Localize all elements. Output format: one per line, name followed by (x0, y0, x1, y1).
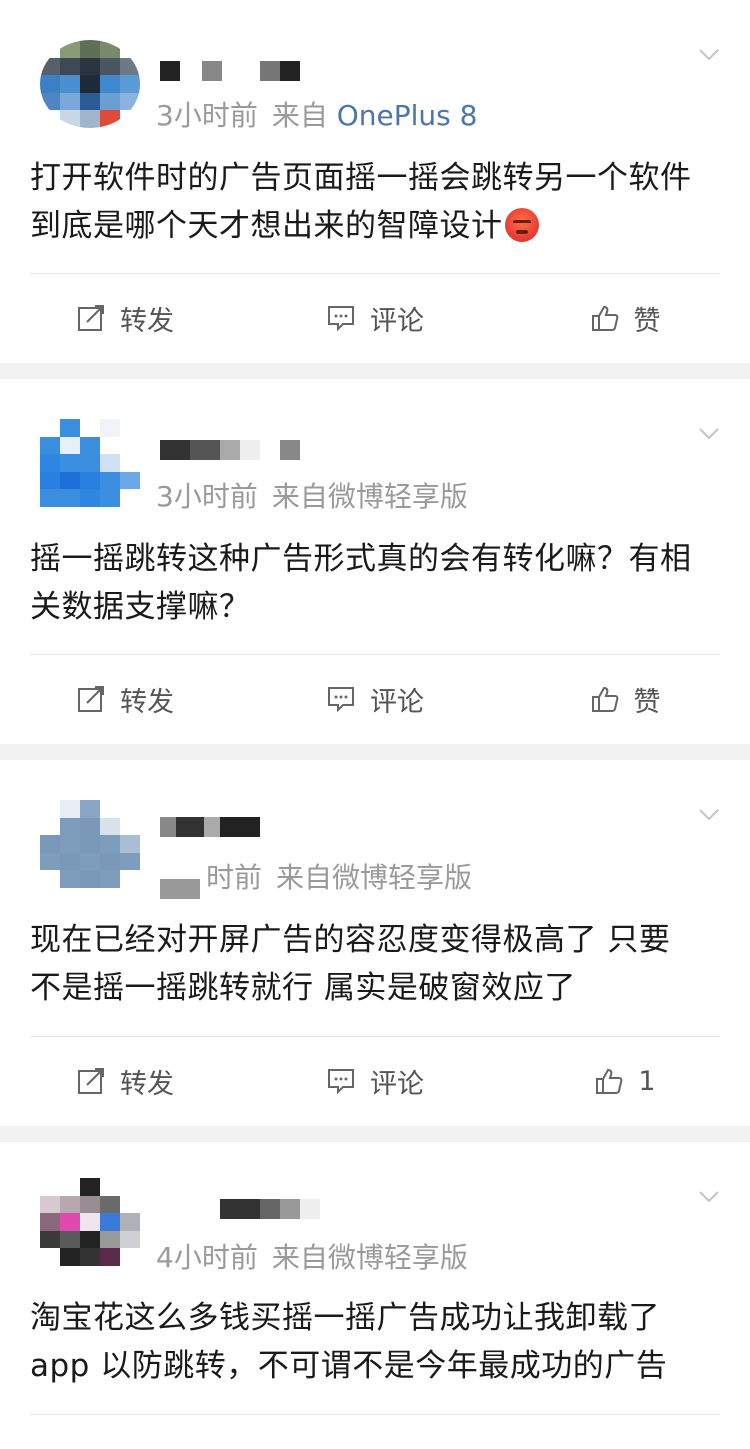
divider (30, 1036, 720, 1037)
repost-label: 转发 (120, 686, 174, 718)
comment-icon (328, 306, 354, 332)
comment-label: 评论 (370, 305, 424, 337)
username-redacted[interactable] (220, 1198, 320, 1220)
device-link[interactable]: OnePlus 8 (337, 99, 478, 132)
like-icon (591, 305, 618, 331)
post-text-line: 摇一摇跳转这种广告形式真的会有转化嘛？有相 (30, 541, 692, 577)
username-redacted (160, 878, 200, 900)
repost-icon (78, 305, 104, 331)
chevron-down-icon[interactable] (698, 1186, 720, 1208)
repost-button[interactable]: 转发 (0, 1062, 250, 1101)
post-content[interactable]: 淘宝花这么多钱买摇一摇广告成功让我卸载了 app 以防跳转，不可谓不是今年最成功… (30, 1294, 720, 1390)
post-content[interactable]: 打开软件时的广告页面摇一摇会跳转另一个软件 到底是哪个天才想出来的智障设计 (30, 154, 720, 250)
like-label: 赞 (633, 305, 661, 337)
post-text-line: 不是摇一摇跳转就行 属实是破窗效应了 (30, 970, 576, 1006)
weibo-post: 3小时前 来自微博轻享版 摇一摇跳转这种广告形式真的会有转化嘛？有相 关数据支撑嘛… (0, 379, 750, 744)
comment-button[interactable]: 评论 (250, 680, 500, 719)
divider (30, 273, 720, 274)
post-meta: 时前 来自微博轻享版 (206, 856, 472, 896)
weibo-post: 3小时前 来自 OnePlus 8 打开软件时的广告页面摇一摇会跳转另一个软件 到… (0, 0, 750, 363)
divider (30, 654, 720, 655)
post-time: 时前 (206, 861, 263, 894)
post-text-line: 淘宝花这么多钱买摇一摇广告成功让我卸载了 (30, 1300, 660, 1336)
post-text-line: app 以防跳转，不可谓不是今年最成功的广告 (30, 1348, 668, 1384)
post-source: 来自 (271, 99, 328, 132)
action-bar: 转发 评论 赞 (0, 288, 750, 348)
post-source[interactable]: 来自微博轻享版 (276, 861, 472, 894)
like-button[interactable]: 赞 (500, 299, 750, 338)
comment-button[interactable]: 评论 (250, 1062, 500, 1101)
avatar[interactable] (40, 1178, 140, 1266)
comment-label: 评论 (370, 686, 424, 718)
post-source[interactable]: 来自微博轻享版 (272, 480, 468, 513)
post-meta: 4小时前 来自微博轻享版 (156, 1236, 468, 1276)
post-time: 4小时前 (156, 1241, 258, 1274)
comment-icon (328, 1069, 354, 1095)
like-button[interactable]: 1 (500, 1066, 750, 1097)
post-meta: 3小时前 来自微博轻享版 (156, 475, 468, 515)
post-time: 3小时前 (156, 480, 258, 513)
like-icon (596, 1068, 623, 1094)
post-time: 3小时前 (156, 99, 258, 132)
post-text-line: 现在已经对开屏广告的容忍度变得极高了 只要 (30, 922, 671, 958)
action-bar: 转发 评论 赞 (0, 669, 750, 729)
weibo-post: 4小时前 来自微博轻享版 淘宝花这么多钱买摇一摇广告成功让我卸载了 app 以防跳… (0, 1142, 750, 1449)
repost-button[interactable]: 转发 (0, 299, 250, 338)
like-label: 赞 (633, 686, 661, 718)
chevron-down-icon[interactable] (698, 44, 720, 66)
like-button[interactable]: 赞 (500, 680, 750, 719)
repost-icon (78, 1068, 104, 1094)
post-content[interactable]: 现在已经对开屏广告的容忍度变得极高了 只要 不是摇一摇跳转就行 属实是破窗效应了 (30, 916, 720, 1012)
comment-label: 评论 (370, 1068, 424, 1100)
action-bar: 转发 评论 1 (0, 1051, 750, 1111)
post-source[interactable]: 来自微博轻享版 (272, 1241, 468, 1274)
username-redacted[interactable] (160, 439, 300, 461)
repost-button[interactable]: 转发 (0, 680, 250, 719)
username-redacted[interactable] (160, 816, 260, 838)
post-text-line: 到底是哪个天才想出来的智障设计 (30, 208, 503, 244)
avatar[interactable] (40, 800, 140, 888)
post-meta: 3小时前 来自 OnePlus 8 (156, 94, 477, 134)
chevron-down-icon[interactable] (698, 804, 720, 826)
divider (30, 1414, 720, 1415)
post-text-line: 打开软件时的广告页面摇一摇会跳转另一个软件 (30, 160, 692, 196)
repost-label: 转发 (120, 1068, 174, 1100)
avatar[interactable] (40, 40, 140, 128)
like-icon (591, 686, 618, 712)
comment-icon (328, 687, 354, 713)
repost-icon (78, 686, 104, 712)
username-redacted[interactable] (160, 60, 300, 82)
post-content[interactable]: 摇一摇跳转这种广告形式真的会有转化嘛？有相 关数据支撑嘛？ (30, 535, 720, 631)
weibo-post: 时前 来自微博轻享版 现在已经对开屏广告的容忍度变得极高了 只要 不是摇一摇跳转就… (0, 760, 750, 1126)
avatar[interactable] (40, 419, 140, 507)
comment-button[interactable]: 评论 (250, 299, 500, 338)
repost-label: 转发 (120, 305, 174, 337)
angry-face-emoji (504, 208, 539, 242)
chevron-down-icon[interactable] (698, 423, 720, 445)
post-text-line: 关数据支撑嘛？ (30, 589, 251, 625)
like-count: 1 (638, 1065, 656, 1097)
